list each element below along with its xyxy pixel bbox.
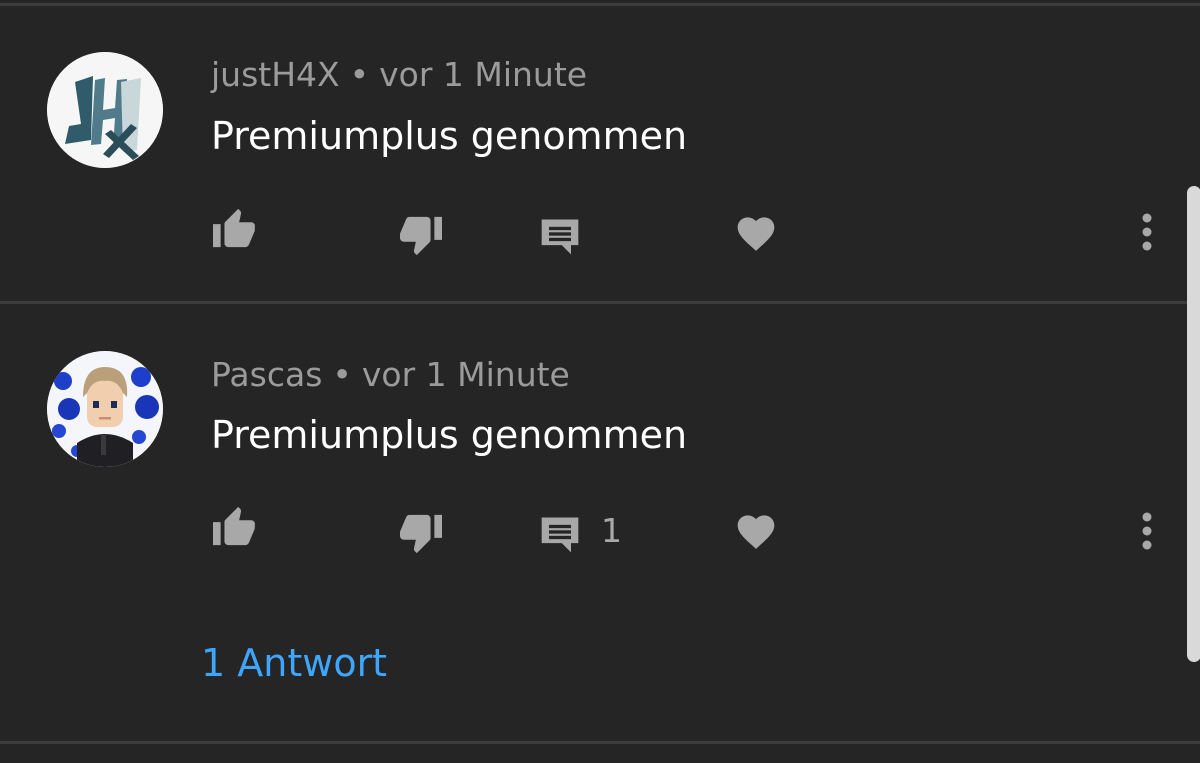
comment-divider (0, 741, 1200, 744)
comment-icon (541, 517, 579, 553)
thumb-down-icon (400, 514, 442, 554)
author-name[interactable]: Pascas (211, 355, 322, 394)
reply-count: 1 (601, 511, 622, 550)
more-vertical-icon (1142, 512, 1152, 550)
comment-feed: justH4X • vor 1 Minute Premiumplus genomme… (0, 0, 1200, 763)
dislike-button[interactable] (396, 509, 446, 559)
thumb-up-icon (213, 506, 255, 546)
comment-meta: Pascas • vor 1 Minute (211, 355, 570, 395)
comment-text: Premiumplus genommen (211, 413, 688, 457)
timestamp[interactable]: vor 1 Minute (362, 355, 570, 394)
comment-item: Pascas • vor 1 Minute Premiumplus genommen… (0, 0, 1200, 740)
heart-button[interactable] (731, 505, 781, 555)
scrollbar[interactable] (1187, 186, 1200, 662)
reply-button[interactable] (535, 509, 585, 559)
heart-icon (737, 515, 775, 549)
more-options-button[interactable] (1132, 506, 1162, 556)
cartoon-boy-avatar (47, 351, 163, 467)
meta-separator: • (332, 355, 352, 394)
like-button[interactable] (209, 501, 259, 551)
view-replies-link[interactable]: 1 Antwort (201, 641, 387, 685)
avatar[interactable] (47, 351, 163, 467)
